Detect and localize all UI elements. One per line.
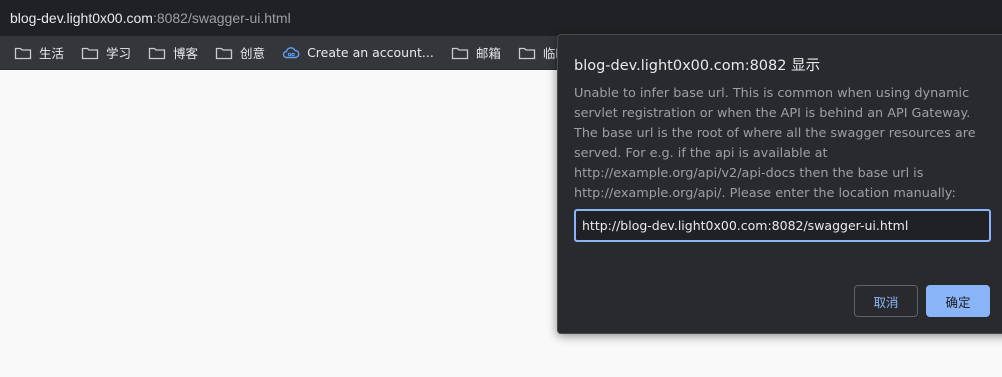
folder-icon bbox=[148, 47, 166, 59]
base-url-input[interactable] bbox=[574, 209, 991, 242]
dialog-title: blog-dev.light0x00.com:8082 显示 bbox=[574, 58, 821, 74]
folder-icon bbox=[215, 47, 233, 59]
cloud-icon bbox=[282, 46, 300, 58]
bookmark-label: 博客 bbox=[173, 46, 199, 61]
bookmark-生活[interactable]: 生活 bbox=[14, 43, 64, 62]
cancel-button[interactable]: 取消 bbox=[854, 285, 918, 317]
prompt-dialog: blog-dev.light0x00.com:8082 显示 Unable to… bbox=[557, 34, 1002, 334]
bookmark-label: 创意 bbox=[240, 46, 266, 61]
url-host: blog-dev.light0x00.com bbox=[10, 10, 153, 26]
url-path: :8082/swagger-ui.html bbox=[152, 10, 291, 26]
folder-icon bbox=[81, 47, 99, 59]
dialog-message: Unable to infer base url. This is common… bbox=[574, 86, 976, 201]
address-bar[interactable]: blog-dev.light0x00.com:8082/swagger-ui.h… bbox=[0, 0, 1002, 36]
bookmark-学习[interactable]: 学习 bbox=[81, 43, 131, 62]
ok-button[interactable]: 确定 bbox=[926, 285, 990, 317]
bookmark-create-account[interactable]: Create an account... bbox=[282, 45, 434, 60]
bookmark-label: 邮箱 bbox=[475, 46, 501, 61]
bookmark-博客[interactable]: 博客 bbox=[148, 43, 198, 62]
bookmark-label: 生活 bbox=[39, 46, 65, 61]
bookmark-label: 学习 bbox=[106, 46, 132, 61]
bookmark-label: Create an account... bbox=[307, 45, 434, 60]
folder-icon bbox=[14, 47, 32, 59]
folder-icon bbox=[518, 47, 536, 59]
bookmark-邮箱[interactable]: 邮箱 bbox=[451, 43, 501, 62]
folder-icon bbox=[451, 47, 469, 59]
bookmark-创意[interactable]: 创意 bbox=[215, 43, 265, 62]
